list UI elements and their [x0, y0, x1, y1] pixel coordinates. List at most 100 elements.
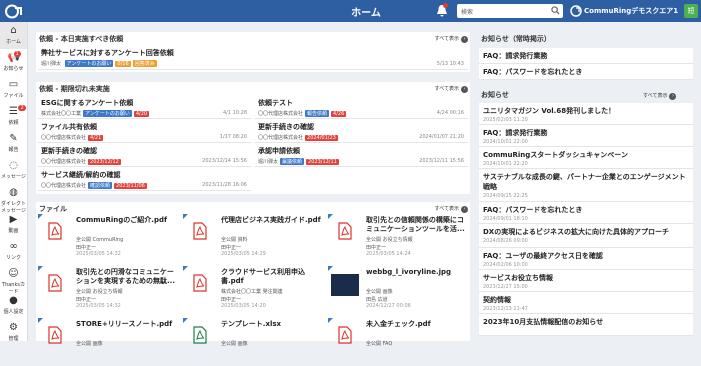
- file-tags: 全公開 FAQ: [366, 340, 392, 347]
- file-item[interactable]: webbg_l_ivoryline.jpg 全公開 画像 田島 広道 2024/12/…: [328, 266, 470, 314]
- file-tags: 全公開 お役立ち情報: [76, 288, 123, 295]
- file-item[interactable]: 取引先との円滑なコミュニケーションを実現するための無駄... 全公開 お役立ち情報…: [38, 266, 180, 314]
- news-title: CommuRingスタートダッシュキャンペーン: [483, 151, 628, 159]
- file-visibility: 全公開: [366, 237, 382, 243]
- search-icon[interactable]: [551, 6, 560, 15]
- file-name: 取引先との円滑なコミュニケーションを実現するための無駄...: [76, 268, 175, 285]
- news-heading: お知らせ: [481, 91, 509, 99]
- news-item[interactable]: 契約情報 2023/12/13 11:47: [479, 292, 693, 314]
- file-item[interactable]: クラウドサービス利用申込書.pdf 株式会社〇〇工業 発注関連 田中正一 2025/0…: [183, 266, 325, 314]
- request-tag: 報告依頼: [305, 110, 330, 117]
- home-icon: ⌂: [10, 25, 17, 36]
- dm-icon: ◍: [9, 187, 18, 198]
- due-badge: 4/21: [88, 135, 104, 141]
- sidebar-item-home[interactable]: ⌂ ホーム: [0, 22, 27, 49]
- file-item[interactable]: 未入金チェック.pdf 全公開 FAQ: [328, 318, 470, 366]
- request-item[interactable]: 更新手続きの確認 〇〇代理店株式会社 2024/01/23 2024/01/07 21…: [255, 120, 468, 143]
- pdf-file-icon: [193, 274, 207, 292]
- sidebar-item-label: ファイル: [3, 93, 24, 99]
- news-title: 2023年10月支払情報配信のお知らせ: [483, 318, 604, 326]
- pencil-icon: ✎: [9, 133, 18, 144]
- request-company: 株式会社〇〇工業: [41, 111, 82, 117]
- show-all-label: すべて表示: [434, 206, 459, 212]
- person-icon: ●: [9, 295, 18, 306]
- file-visibility: 全公開: [76, 237, 92, 243]
- request-item[interactable]: 承認申請依頼 堀川弾太 稟議依頼 2023/12/11 2023/12/11 15:56: [255, 144, 468, 167]
- news-item[interactable]: 2023年10月支払情報配信のお知らせ: [479, 314, 693, 336]
- sidebar-item-play[interactable]: ▶ 動画: [0, 211, 27, 238]
- pinned-item[interactable]: FAQ：請求発行業務: [479, 48, 693, 64]
- due-badge: 2023/12/11: [306, 159, 339, 165]
- file-category: FAQ: [382, 341, 393, 347]
- user-avatar[interactable]: 短: [684, 4, 698, 18]
- sidebar-item-gear[interactable]: ⚙ 管理: [0, 319, 27, 346]
- today-show-all-link[interactable]: すべて表示 ›: [435, 35, 468, 43]
- request-item[interactable]: 依頼テスト 〇〇代理店株式会社 報告依頼 4/26 4/24 00:16: [255, 96, 468, 119]
- files-show-all-link[interactable]: すべて表示 ›: [435, 205, 468, 213]
- search-input[interactable]: 検索: [457, 4, 563, 18]
- request-meta: 堀川弾太 アンケートのお願い 0/16 回答済み: [41, 60, 465, 67]
- news-show-all-link[interactable]: すべて表示 ›: [643, 92, 677, 100]
- news-item[interactable]: DXの実現によるビジネスの拡大に向けた具体的アプローチ 2024/08/26 09…: [479, 224, 693, 248]
- sidebar-item-person[interactable]: ● 個人設定: [0, 292, 27, 319]
- sidebar-item-folder[interactable]: ▭ ファイル: [0, 76, 27, 103]
- request-date: 2024/01/07 21:20: [419, 134, 464, 140]
- request-item[interactable]: ファイル共有依頼 〇〇代理店株式会社 4/21 1/17 08:20: [38, 120, 251, 143]
- news-item[interactable]: FAQ：ユーザの最終アクセス日を確認 2024/02/06 10:00: [479, 248, 693, 270]
- file-tags: 株式会社〇〇工業 発注関連: [221, 288, 283, 295]
- file-category: CommuRing: [92, 237, 124, 243]
- file-new-marker: [38, 214, 43, 219]
- sidebar-item-chat[interactable]: ◌ メッセージ: [0, 157, 27, 184]
- file-visibility: 全公開: [221, 341, 237, 347]
- excel-file-icon: [193, 326, 207, 344]
- request-item[interactable]: ESGに関するアンケート依頼 株式会社〇〇工業 アンケートのお願い 4/20 4/1 1…: [38, 96, 251, 119]
- file-date: 2025/03/05 14:20: [221, 303, 266, 309]
- news-item[interactable]: FAQ：請求発行業務 2024/10/01 22:00: [479, 125, 693, 147]
- pinned-heading: お知らせ（常時掲示）: [481, 35, 551, 43]
- notification-dot: [443, 3, 448, 8]
- sidebar-item-pencil[interactable]: ✎ 報告: [0, 130, 27, 157]
- news-item[interactable]: CommuRingスタートダッシュキャンペーン 2024/10/01 22:20: [479, 147, 693, 169]
- file-date-text: 2025/03/05 14:20: [221, 303, 266, 309]
- request-item[interactable]: サービス継続/解約の確認 〇〇代理店株式会社 確認依頼 2023/11/06 2023/…: [38, 168, 251, 191]
- pinned-title: FAQ：請求発行業務: [483, 52, 548, 60]
- file-name: 未入金チェック.pdf: [366, 320, 431, 328]
- sidebar-item-dm[interactable]: ◍ ダイレクトメッセージ: [0, 184, 27, 214]
- news-item[interactable]: FAQ：パスワードを忘れたとき 2024/09/01 18:10: [479, 202, 693, 224]
- link-icon: ∞: [9, 241, 18, 252]
- news-item[interactable]: サステナブルな成長の鍵、パートナー企業とのエンゲージメント戦略 2024/09/1…: [479, 169, 693, 202]
- news-title: FAQ：請求発行業務: [483, 129, 548, 137]
- notification-bell-icon[interactable]: [436, 3, 448, 17]
- request-company: 〇〇代理店株式会社: [41, 159, 87, 165]
- file-item[interactable]: テンプレート.xlsx 全公開 画像: [183, 318, 325, 366]
- sidebar-item-smile[interactable]: ☺ Thanksカード: [0, 265, 27, 295]
- files-panel: ファイル すべて表示 › CommuRingのご紹介.pdf 全公開 CommuRi…: [36, 202, 470, 347]
- request-item[interactable]: 弊社サービスに対するアンケート回答依頼 堀川弾太 アンケートのお願い 0/16 回答…: [38, 46, 468, 70]
- request-meta: 株式会社〇〇工業 アンケートのお願い 4/20: [41, 110, 248, 117]
- sidebar-item-label: 個人設定: [3, 309, 24, 315]
- request-company: 堀川弾太: [258, 159, 279, 165]
- file-name: クラウドサービス利用申込書.pdf: [221, 268, 305, 285]
- news-item[interactable]: サービスお役立ち情報 2023/12/27 15:00: [479, 270, 693, 292]
- file-owner: 田島 広道: [366, 296, 388, 303]
- file-visibility: 全公開: [76, 341, 92, 347]
- overdue-show-all-link[interactable]: すべて表示 ›: [435, 85, 468, 93]
- file-tags: 全公開 CommuRing: [76, 236, 123, 243]
- file-date: 2025/03/05 14:32: [76, 251, 121, 257]
- pinned-title: FAQ：パスワードを忘れたとき: [483, 68, 583, 76]
- sidebar-item-list[interactable]: ☰ 2 依頼: [0, 103, 27, 130]
- news-item[interactable]: ユニリタマガジン Vol.68発刊しました！ 2025/02/03 11:20: [479, 103, 693, 125]
- request-item[interactable]: 更新手続きの確認 〇〇代理店株式会社 2023/12/12 2023/12/14 15…: [38, 144, 251, 167]
- file-item[interactable]: STORE+リリースノート.pdf 全公開 画像: [38, 318, 180, 366]
- pinned-item[interactable]: FAQ：パスワードを忘れたとき: [479, 64, 693, 80]
- file-item[interactable]: 代理店ビジネス実践ガイド.pdf 全公開 資料 田中正一 2025/03/05 14:…: [183, 214, 325, 262]
- sidebar-item-link[interactable]: ∞ リンク: [0, 238, 27, 265]
- file-item[interactable]: 取引先との信頼関係の構築にコミュニケーションツールを活... 全公開 お役立ち情報…: [328, 214, 470, 262]
- app-logo-icon[interactable]: [4, 4, 24, 19]
- sidebar-item-label: ダイレクトメッセージ: [0, 201, 26, 214]
- sidebar-item-label: 管理: [8, 336, 19, 342]
- organization-name[interactable]: CommuRingデモスクエア1: [570, 5, 678, 17]
- file-item[interactable]: CommuRingのご紹介.pdf 全公開 CommuRing 田中正一 2025/0…: [38, 214, 180, 262]
- sidebar-item-megaphone[interactable]: 📢 1 お知らせ: [0, 49, 27, 76]
- file-category: お役立ち情報: [92, 289, 123, 295]
